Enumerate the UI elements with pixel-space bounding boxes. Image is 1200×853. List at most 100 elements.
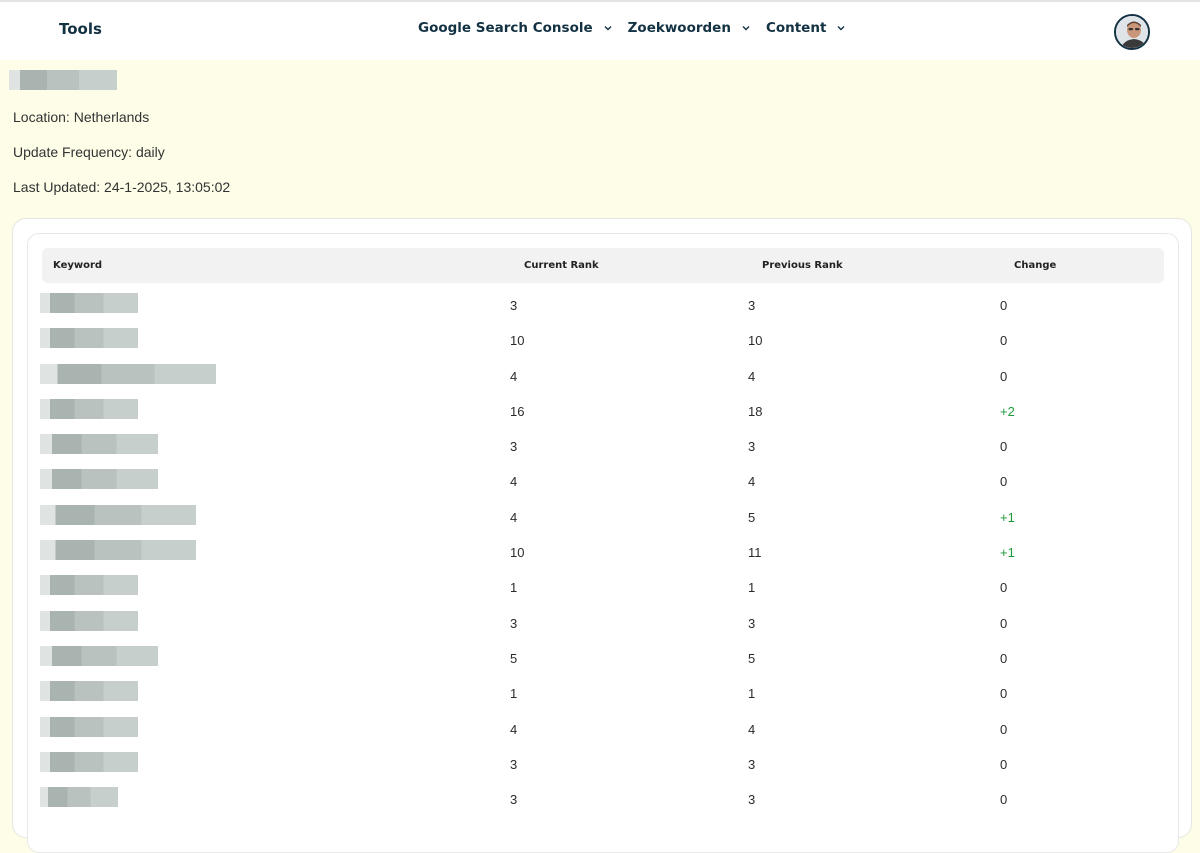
current-rank-cell: 1	[510, 580, 518, 596]
location-text: Location: Netherlands	[13, 109, 150, 125]
redacted-keyword	[40, 610, 138, 631]
previous-rank-cell: 4	[748, 721, 756, 737]
nav-content[interactable]: Content	[766, 20, 847, 36]
previous-rank-cell: 4	[748, 368, 756, 384]
change-cell: 0	[1000, 368, 1008, 384]
table-row: 3 3 0	[28, 287, 1180, 322]
change-cell: 0	[1000, 333, 1008, 349]
redacted-project-title	[9, 70, 117, 90]
table-row: 1 1 0	[28, 569, 1180, 604]
main-nav: Google Search Console Zoekwoorden Conten…	[418, 20, 847, 36]
nav-google-search-console[interactable]: Google Search Console	[418, 20, 614, 36]
change-cell: 0	[1000, 615, 1008, 631]
nav-label: Zoekwoorden	[627, 20, 731, 36]
table-row: 3 3 0	[28, 746, 1180, 781]
current-rank-cell: 10	[510, 545, 525, 561]
column-header-keyword[interactable]: Keyword	[53, 260, 102, 271]
nav-label: Content	[765, 20, 827, 36]
previous-rank-cell: 5	[748, 509, 756, 525]
table-row: 4 5 +1	[28, 499, 1180, 534]
redacted-keyword	[40, 787, 118, 808]
current-rank-cell: 3	[510, 756, 518, 772]
update-frequency-text: Update Frequency: daily	[13, 144, 165, 160]
top-navigation-bar: Tools Google Search Console Zoekwoorden …	[0, 0, 1200, 60]
change-cell: +1	[1000, 509, 1015, 525]
table-row: 3 3 0	[28, 605, 1180, 640]
chevron-down-icon	[837, 26, 845, 31]
change-cell: 0	[1000, 298, 1008, 313]
column-header-current-rank[interactable]: Current Rank	[524, 260, 599, 271]
table-row: 3 3 0	[28, 428, 1180, 463]
redacted-keyword	[40, 293, 138, 313]
redacted-keyword	[40, 716, 138, 737]
change-cell: 0	[1000, 792, 1008, 808]
redacted-keyword	[40, 504, 196, 525]
current-rank-cell: 1	[510, 686, 518, 702]
table-row: 10 10 0	[28, 322, 1180, 357]
current-rank-cell: 16	[510, 403, 525, 419]
current-rank-cell: 10	[510, 333, 525, 349]
previous-rank-cell: 3	[748, 439, 756, 455]
redacted-keyword	[40, 328, 138, 349]
change-cell: 0	[1000, 650, 1008, 666]
previous-rank-cell: 3	[748, 298, 756, 313]
change-cell: 0	[1000, 721, 1008, 737]
redacted-keyword	[40, 645, 158, 666]
current-rank-cell: 5	[510, 650, 518, 666]
results-card: Keyword Current Rank Previous Rank Chang…	[12, 218, 1192, 853]
user-avatar-image	[1116, 16, 1148, 48]
redacted-keyword	[40, 398, 138, 419]
change-cell: 0	[1000, 756, 1008, 772]
change-cell: 0	[1000, 474, 1008, 490]
table-row: 16 18 +2	[28, 393, 1180, 428]
previous-rank-cell: 3	[748, 756, 756, 772]
current-rank-cell: 3	[510, 439, 518, 455]
redacted-keyword	[40, 363, 216, 384]
previous-rank-cell: 18	[748, 403, 763, 419]
redacted-keyword	[40, 469, 158, 490]
tracker-info: Location: Netherlands Update Frequency: …	[9, 70, 230, 194]
table-row: 3 3 0	[28, 781, 1180, 816]
change-cell: 0	[1000, 439, 1008, 455]
redacted-keyword	[40, 751, 138, 772]
chevron-down-icon	[742, 26, 750, 31]
table-row: 4 4 0	[28, 711, 1180, 746]
redacted-keyword	[40, 434, 158, 455]
table-row: 1 1 0	[28, 675, 1180, 710]
current-rank-cell: 3	[510, 792, 518, 808]
redacted-keyword	[40, 540, 196, 561]
previous-rank-cell: 1	[748, 686, 756, 702]
current-rank-cell: 3	[510, 615, 518, 631]
change-cell: 0	[1000, 580, 1008, 596]
previous-rank-cell: 10	[748, 333, 763, 349]
current-rank-cell: 4	[510, 474, 518, 490]
table-header: Keyword Current Rank Previous Rank Chang…	[42, 248, 1164, 283]
user-avatar[interactable]	[1114, 14, 1150, 50]
nav-label: Google Search Console	[418, 20, 593, 36]
brand-logo-text[interactable]: Tools	[59, 20, 102, 38]
current-rank-cell: 4	[510, 721, 518, 737]
change-cell: +1	[1000, 545, 1015, 561]
rankings-table-container: Keyword Current Rank Previous Rank Chang…	[27, 233, 1179, 853]
change-cell: +2	[1000, 403, 1015, 419]
current-rank-cell: 4	[510, 509, 518, 525]
chevron-down-icon	[604, 26, 612, 31]
previous-rank-cell: 5	[748, 650, 756, 666]
redacted-keyword	[40, 681, 138, 702]
nav-zoekwoorden[interactable]: Zoekwoorden	[628, 20, 752, 36]
change-cell: 0	[1000, 686, 1008, 702]
table-row: 5 5 0	[28, 640, 1180, 675]
redacted-keyword	[40, 575, 138, 596]
previous-rank-cell: 3	[748, 792, 756, 808]
table-row: 4 4 0	[28, 358, 1180, 393]
table-body: 3 3 0 10 10 0 4 4 0 16 18 +2 3 3 0 4 4 0 4 5 +1 10 11 +1 1 1 0 3 3 0 5…	[28, 287, 1180, 816]
current-rank-cell: 3	[510, 298, 518, 313]
previous-rank-cell: 11	[748, 545, 762, 561]
column-header-change[interactable]: Change	[1014, 260, 1056, 271]
current-rank-cell: 4	[510, 368, 518, 384]
previous-rank-cell: 4	[748, 474, 756, 490]
last-updated-text: Last Updated: 24-1-2025, 13:05:02	[13, 179, 231, 195]
previous-rank-cell: 3	[748, 615, 756, 631]
table-row: 10 11 +1	[28, 534, 1180, 569]
column-header-previous-rank[interactable]: Previous Rank	[762, 260, 843, 271]
